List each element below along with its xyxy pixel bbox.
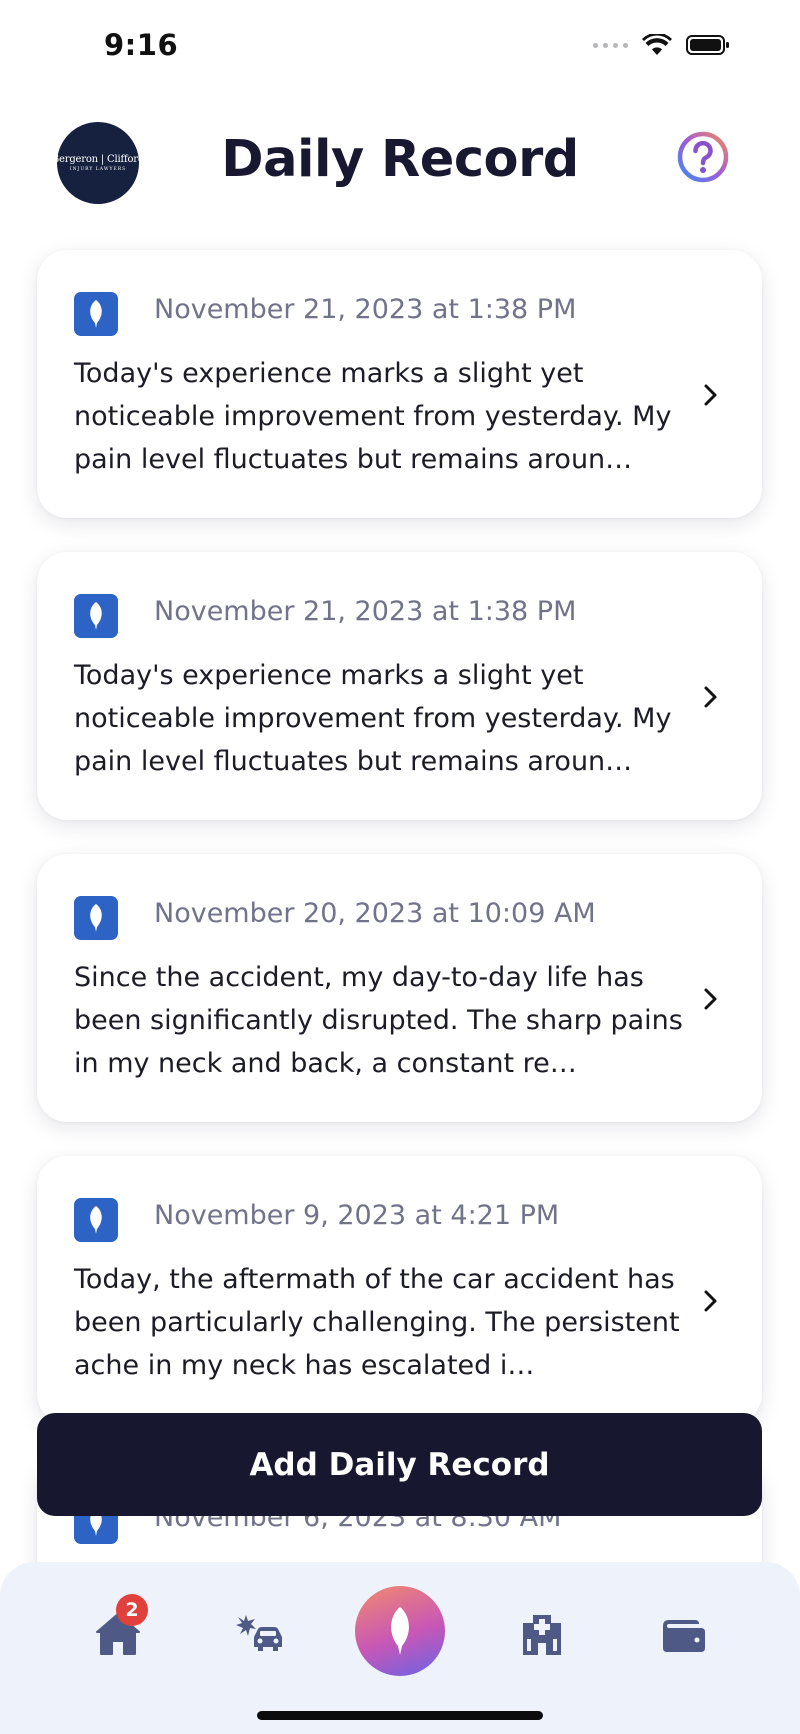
chevron-right-icon [704, 686, 717, 708]
chevron-right-icon [704, 384, 717, 406]
status-time: 9:16 [104, 28, 179, 62]
tab-wallet[interactable] [654, 1604, 714, 1664]
tab-home[interactable]: 2 [88, 1594, 148, 1664]
feather-icon [74, 1198, 118, 1242]
chevron-right-icon [704, 988, 717, 1010]
help-icon[interactable] [676, 130, 730, 184]
feather-icon [74, 896, 118, 940]
feather-icon [74, 594, 118, 638]
tab-medical[interactable] [512, 1604, 572, 1664]
status-icons [593, 34, 730, 56]
wallet-icon [663, 1620, 705, 1652]
battery-icon [686, 35, 729, 55]
add-daily-record-button[interactable]: Add Daily Record [37, 1413, 762, 1516]
entry-card[interactable]: November 20, 2023 at 10:09 AM Since the … [37, 854, 762, 1122]
notification-badge: 2 [116, 1594, 148, 1626]
entry-date: November 21, 2023 at 1:38 PM [154, 294, 577, 325]
entry-card[interactable]: November 21, 2023 at 1:38 PM Today's exp… [37, 250, 762, 518]
entry-date: November 21, 2023 at 1:38 PM [154, 596, 577, 627]
tab-bar: 2 [0, 1562, 800, 1734]
tab-daily-record[interactable] [355, 1586, 445, 1676]
entry-preview: Since the accident, my day-to-day life h… [74, 962, 683, 1079]
entry-date: November 20, 2023 at 10:09 AM [154, 898, 596, 929]
feather-icon [391, 1607, 409, 1655]
entry-preview: Today's experience marks a slight yet no… [74, 358, 672, 475]
entry-preview: Today, the aftermath of the car accident… [74, 1264, 680, 1381]
feather-icon [74, 292, 118, 336]
status-bar: 9:16 [0, 0, 800, 92]
medical-icon [523, 1615, 561, 1655]
wifi-icon [642, 34, 672, 55]
entry-date: November 9, 2023 at 4:21 PM [154, 1200, 560, 1231]
entry-card[interactable]: November 21, 2023 at 1:38 PM Today's exp… [37, 552, 762, 820]
entry-card[interactable]: November 9, 2023 at 4:21 PM Today, the a… [37, 1156, 762, 1424]
entry-preview: Today's experience marks a slight yet no… [74, 660, 672, 777]
chevron-right-icon [704, 1290, 717, 1312]
home-indicator [257, 1711, 543, 1720]
car-accident-icon [236, 1615, 282, 1651]
cellular-signal-icon [593, 42, 628, 48]
tab-accident[interactable] [229, 1604, 289, 1664]
